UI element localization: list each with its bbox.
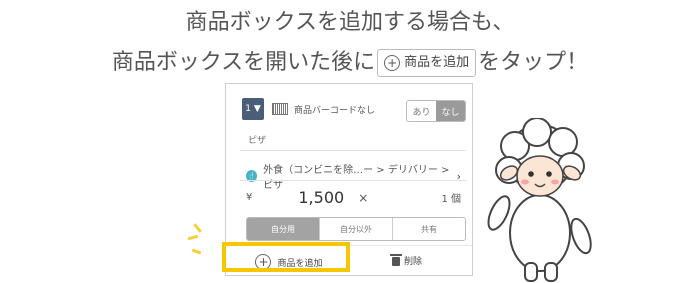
segment-shared[interactable]: 共有: [393, 218, 465, 240]
plus-circle-icon: +: [384, 55, 401, 71]
multiply-sign: ×: [358, 190, 369, 205]
sparkle-mark: [191, 248, 202, 255]
price-row: ¥ 1,500 × 1 個: [246, 188, 461, 207]
category-path: 外食（コンビニを除…ー > デリバリー > ピザ: [263, 165, 450, 191]
product-box-body: 1 ▼ 商品バーコードなし あり なし ピザ 🍴 外食（コンビニを除…ー > デ…: [234, 90, 466, 242]
box-number: 1: [245, 104, 251, 114]
divider: [240, 150, 466, 151]
item-name[interactable]: ピザ: [248, 133, 266, 146]
price-input[interactable]: 1,500: [298, 188, 344, 207]
box-number-select[interactable]: 1 ▼: [242, 98, 264, 120]
barcode-label: 商品バーコードなし: [294, 105, 376, 116]
inline-add-product-button: + 商品を追加: [377, 49, 477, 77]
inline-add-product-label: 商品を追加: [404, 55, 470, 70]
barcode-toggle: あり なし: [406, 100, 466, 122]
divider: [240, 180, 466, 181]
box-header-row: 1 ▼ 商品バーコードなし: [242, 98, 375, 120]
segment-self[interactable]: 自分用: [247, 218, 320, 240]
instruction-text-before: 商品ボックスを開いた後に: [111, 50, 376, 75]
usage-segment: 自分用 自分以外 共有: [246, 217, 466, 241]
instruction-line-2: 商品ボックスを開いた後に + 商品を追加 をタップ！: [0, 48, 700, 78]
instruction-line-1: 商品ボックスを追加する場合も、: [185, 10, 515, 35]
sparkle-mark: [193, 223, 202, 233]
category-row[interactable]: 🍴 外食（コンビニを除…ー > デリバリー > ピザ ›: [246, 161, 461, 191]
quantity-input[interactable]: 1 個: [441, 190, 461, 205]
delete-label: 削除: [404, 257, 423, 267]
sparkle-mark: [187, 234, 199, 241]
barcode-icon: [272, 103, 288, 115]
barcode-toggle-no[interactable]: なし: [436, 101, 465, 121]
segment-others[interactable]: 自分以外: [320, 218, 393, 240]
barcode-toggle-yes[interactable]: あり: [407, 101, 436, 121]
trash-icon: [390, 254, 402, 266]
highlight-frame: [222, 242, 350, 272]
delete-button[interactable]: 削除: [390, 254, 423, 267]
sheep-mascot-illustration: [487, 118, 592, 282]
currency-symbol: ¥: [246, 192, 253, 203]
instruction-text-after: をタップ！: [478, 50, 589, 75]
